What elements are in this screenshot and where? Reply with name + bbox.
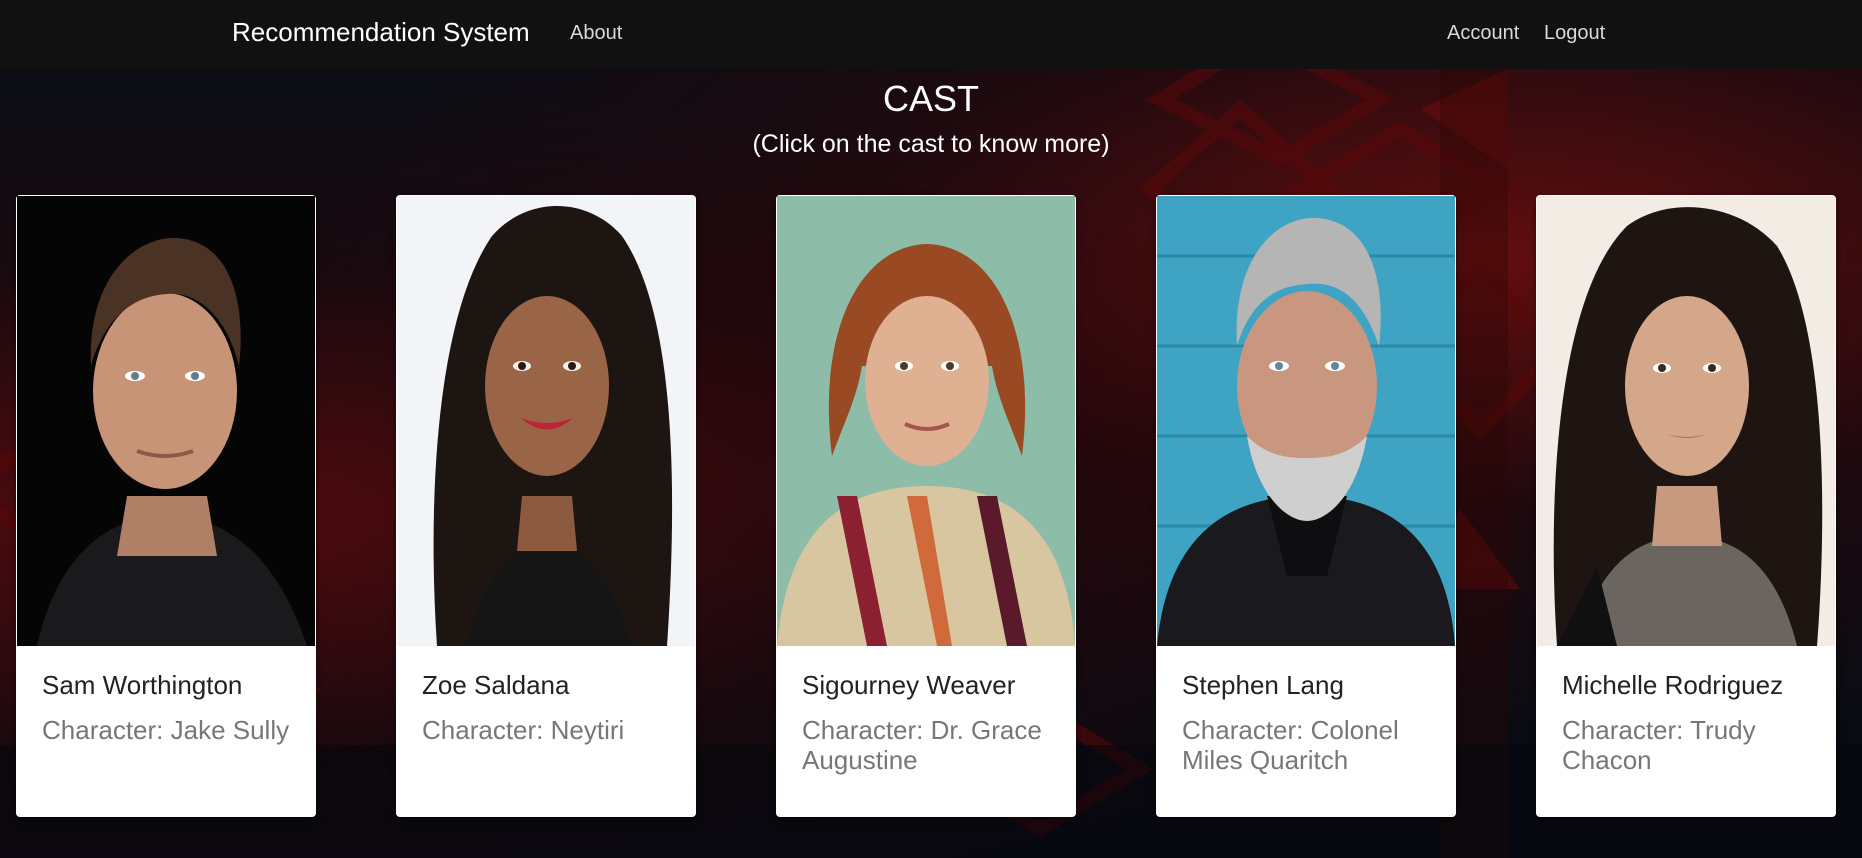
cast-name: Sigourney Weaver [802, 670, 1016, 700]
cast-card-michelle-rodriguez[interactable]: Michelle Rodriguez Character: Trudy Chac… [1536, 195, 1836, 817]
cast-name: Sam Worthington [42, 670, 243, 700]
cast-photo [17, 196, 315, 646]
cast-card-stephen-lang[interactable]: Stephen Lang Character: Colonel Miles Qu… [1156, 195, 1456, 817]
nav-about-link[interactable]: About [570, 22, 622, 45]
cast-name: Zoe Saldana [422, 670, 570, 700]
cast-subheading: (Click on the cast to know more) [752, 130, 1110, 158]
cast-character: Character: Jake Sully [42, 715, 290, 745]
cast-character: Character: Dr. Grace Augustine [802, 715, 1042, 775]
cast-character: Character: Colonel Miles Quaritch [1182, 715, 1399, 775]
cast-name: Michelle Rodriguez [1562, 670, 1784, 700]
cast-photo [397, 196, 695, 646]
brand-link[interactable]: Recommendation System [232, 17, 530, 48]
nav-account-link[interactable]: Account [1447, 22, 1519, 45]
cast-heading: CAST [882, 78, 979, 119]
cast-character: Character: Neytiri [422, 715, 625, 745]
cast-photo [1537, 196, 1835, 646]
cast-character: Character: Trudy Chacon [1562, 715, 1756, 775]
cast-card-zoe-saldana[interactable]: Zoe Saldana Character: Neytiri [396, 195, 696, 817]
nav-logout-link[interactable]: Logout [1544, 22, 1605, 45]
cast-name: Stephen Lang [1182, 670, 1344, 700]
cast-card-sigourney-weaver[interactable]: Sigourney Weaver Character: Dr. Grace Au… [776, 195, 1076, 817]
cast-photo [777, 196, 1075, 646]
navbar: Recommendation System About Account Logo… [0, 0, 1862, 69]
cast-photo [1157, 196, 1455, 646]
cast-card-sam-worthington[interactable]: Sam Worthington Character: Jake Sully [16, 195, 316, 817]
